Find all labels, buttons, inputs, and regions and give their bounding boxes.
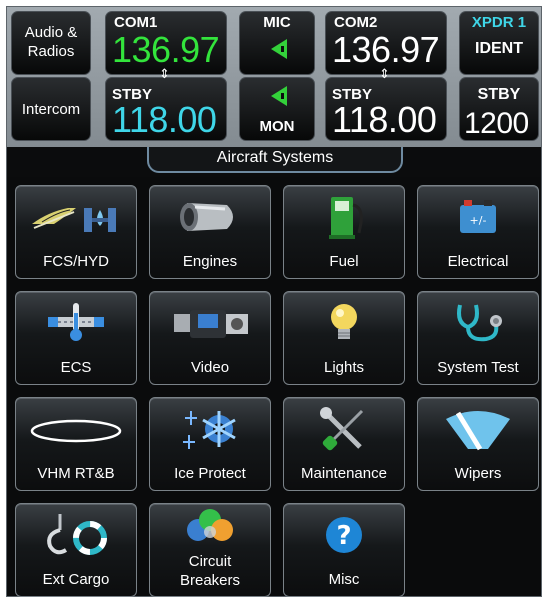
wiper-icon — [446, 411, 510, 451]
mic-indicator-icon — [271, 39, 287, 59]
com1-standby-frequency: 118.00 — [112, 99, 217, 140]
audio-radios-button[interactable]: Audio & Radios — [11, 11, 91, 75]
xpdr-stby-label: STBY — [477, 86, 521, 103]
com2-standby-button[interactable]: STBY 118.00 — [325, 77, 447, 141]
tile-video[interactable]: Video — [149, 291, 271, 385]
video-camera-icon — [174, 310, 248, 338]
tile-wipers[interactable]: Wipers — [417, 397, 539, 491]
tile-fcs-hyd-label: FCS/HYD — [43, 253, 109, 270]
audio-radios-label-line2: Radios — [27, 43, 75, 60]
tile-ecs[interactable]: ECS — [15, 291, 137, 385]
battery-icon: +/- — [460, 200, 496, 233]
tile-maintenance-label: Maintenance — [301, 465, 387, 482]
tile-fuel[interactable]: Fuel — [283, 185, 405, 279]
ident-label: IDENT — [475, 40, 523, 57]
xpdr-standby-button[interactable]: STBY 1200 — [459, 77, 539, 141]
tile-misc[interactable]: ? Misc — [283, 503, 405, 597]
svg-text:?: ? — [336, 521, 351, 551]
mic-label: MIC — [263, 14, 291, 31]
tile-engines-label: Engines — [182, 253, 238, 270]
fuel-pump-icon — [329, 197, 363, 239]
section-title-tab: Aircraft Systems — [147, 147, 403, 173]
com1-active-frequency: 136.97 — [112, 29, 220, 70]
com1-active-button[interactable]: COM1 136.97 — [105, 11, 227, 75]
mic-button[interactable]: MIC — [239, 11, 315, 75]
svg-text:+/-: +/- — [470, 214, 487, 227]
screen: Audio & Radios Intercom COM1 136.97 STBY… — [0, 0, 546, 601]
snowflake-gear-icon — [183, 411, 236, 449]
xpdr-code: 1200 — [464, 107, 529, 140]
intercom-button[interactable]: Intercom — [11, 77, 91, 141]
section-title: Aircraft Systems — [216, 149, 334, 166]
circuit-breakers-icon — [187, 509, 233, 541]
tile-system-test-label: System Test — [437, 359, 519, 376]
tile-circuit-breakers-label-line2: Breakers — [179, 572, 241, 589]
xpdr-label: XPDR 1 — [471, 14, 527, 31]
tile-vhm-rtb-label: VHM RT&B — [37, 465, 115, 482]
tile-electrical[interactable]: +/- Electrical — [417, 185, 539, 279]
tile-circuit-breakers[interactable]: Circuit Breakers — [149, 503, 271, 597]
audio-radios-label-line1: Audio & — [24, 24, 78, 41]
com1-standby-button[interactable]: STBY 118.00 — [105, 77, 227, 141]
tile-vhm-rtb[interactable]: VHM RT&B — [15, 397, 137, 491]
light-bulb-icon — [331, 304, 357, 339]
tile-misc-label: Misc — [328, 571, 360, 588]
tile-ext-cargo-label: Ext Cargo — [42, 571, 110, 588]
tile-maintenance[interactable]: Maintenance — [283, 397, 405, 491]
tile-lights[interactable]: Lights — [283, 291, 405, 385]
mon-indicator-icon — [271, 86, 287, 106]
tile-engines[interactable]: Engines — [149, 185, 271, 279]
rotor-track-ellipse-icon — [30, 419, 122, 443]
com2-swap-icon[interactable]: ⇕ — [379, 67, 390, 82]
tile-fcs-hyd[interactable]: FCS/HYD — [15, 185, 137, 279]
cargo-hook-icon — [47, 514, 107, 555]
display-frame: Audio & Radios Intercom COM1 136.97 STBY… — [6, 6, 542, 597]
tile-electrical-label: Electrical — [447, 253, 509, 270]
mon-button[interactable]: MON — [239, 77, 315, 141]
thermometer-icon — [48, 303, 104, 341]
aircraft-systems-grid: FCS/HYD Engines Fuel +/- Electrical ECS … — [7, 177, 541, 597]
com2-active-frequency: 136.97 — [332, 29, 440, 70]
question-icon: ? — [326, 517, 362, 553]
tile-ext-cargo[interactable]: Ext Cargo — [15, 503, 137, 597]
com2-active-button[interactable]: COM2 136.97 — [325, 11, 447, 75]
stethoscope-icon — [457, 304, 502, 342]
tile-ecs-label: ECS — [60, 359, 92, 376]
tile-ice-protect[interactable]: Ice Protect — [149, 397, 271, 491]
tile-fuel-label: Fuel — [329, 253, 359, 270]
tile-wipers-label: Wipers — [454, 465, 502, 482]
mon-label: MON — [259, 118, 295, 135]
com1-swap-icon[interactable]: ⇕ — [159, 67, 170, 82]
com2-standby-frequency: 118.00 — [332, 99, 437, 140]
engine-icon — [180, 203, 233, 231]
wrench-screwdriver-icon — [320, 407, 364, 451]
tile-lights-label: Lights — [323, 359, 365, 376]
xpdr-ident-button[interactable]: XPDR 1 IDENT — [459, 11, 539, 75]
tile-ice-protect-label: Ice Protect — [174, 465, 246, 482]
fcs-hyd-icon — [32, 208, 116, 232]
tile-system-test[interactable]: System Test — [417, 291, 539, 385]
radio-status-bar: Audio & Radios Intercom COM1 136.97 STBY… — [7, 7, 541, 147]
tile-video-label: Video — [190, 359, 230, 376]
intercom-label: Intercom — [21, 101, 81, 118]
tile-circuit-breakers-label-line1: Circuit — [188, 553, 232, 570]
